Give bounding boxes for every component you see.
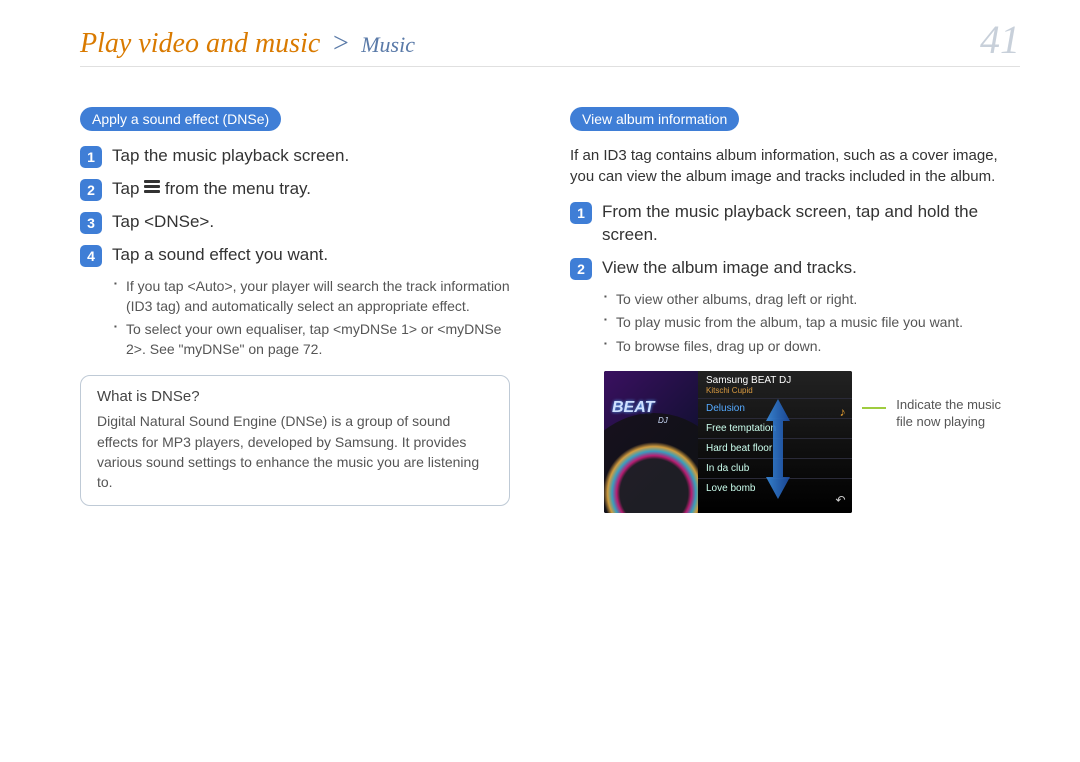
- step-text: View the album image and tracks.: [602, 257, 1020, 280]
- device-title: Samsung BEAT DJ: [698, 371, 852, 386]
- step-number-badge: 1: [570, 202, 592, 224]
- page-number: 41: [980, 20, 1020, 60]
- step-text: Tap <DNSe>.: [112, 211, 510, 234]
- device-album-art: BEAT DJ: [604, 371, 698, 513]
- step: 4 Tap a sound effect you want.: [80, 244, 510, 267]
- page-header: Play video and music > Music 41: [80, 20, 1020, 67]
- step: 3 Tap <DNSe>.: [80, 211, 510, 234]
- content-columns: Apply a sound effect (DNSe) 1 Tap the mu…: [80, 107, 1020, 513]
- info-box-answer: Digital Natural Sound Engine (DNSe) is a…: [97, 411, 493, 492]
- dnse-sub-bullets: If you tap <Auto>, your player will sear…: [80, 277, 510, 359]
- album-intro: If an ID3 tag contains album information…: [570, 145, 1020, 187]
- step-number-badge: 4: [80, 245, 102, 267]
- menu-tray-icon: [144, 178, 160, 195]
- sub-bullet: If you tap <Auto>, your player will sear…: [114, 277, 510, 316]
- device-subtitle: Kitschi Cupid: [698, 386, 852, 398]
- device-screenshot: BEAT DJ Samsung BEAT DJ Kitschi Cupid De…: [604, 371, 852, 513]
- step-text-post: from the menu tray.: [165, 179, 311, 198]
- right-column: View album information If an ID3 tag con…: [570, 107, 1020, 513]
- now-playing-note-icon: ♪: [840, 405, 846, 419]
- left-column: Apply a sound effect (DNSe) 1 Tap the mu…: [80, 107, 510, 513]
- dnse-steps: 1 Tap the music playback screen. 2 Tap f…: [80, 145, 510, 267]
- section-tag-album: View album information: [570, 107, 739, 131]
- step: 1 Tap the music playback screen.: [80, 145, 510, 168]
- device-illustration-area: BEAT DJ Samsung BEAT DJ Kitschi Cupid De…: [604, 371, 1020, 513]
- step-number-badge: 1: [80, 146, 102, 168]
- sub-bullet: To play music from the album, tap a musi…: [604, 313, 1020, 333]
- sub-bullet: To view other albums, drag left or right…: [604, 290, 1020, 310]
- step-text: Tap from the menu tray.: [112, 178, 510, 201]
- dnse-info-box: What is DNSe? Digital Natural Sound Engi…: [80, 375, 510, 505]
- info-box-question: What is DNSe?: [97, 388, 493, 405]
- step: 1 From the music playback screen, tap an…: [570, 201, 1020, 247]
- sub-bullet: To browse files, drag up or down.: [604, 337, 1020, 357]
- callout-text: Indicate the music file now playing: [896, 397, 1020, 431]
- step-number-badge: 3: [80, 212, 102, 234]
- breadcrumb-sub: Music: [361, 32, 415, 57]
- step-text: Tap the music playback screen.: [112, 145, 510, 168]
- step: 2 Tap from the menu tray.: [80, 178, 510, 201]
- device-track-list: Samsung BEAT DJ Kitschi Cupid Delusion F…: [698, 371, 852, 513]
- breadcrumb-main: Play video and music: [80, 28, 320, 59]
- step-text: Tap a sound effect you want.: [112, 244, 510, 267]
- section-tag-dnse: Apply a sound effect (DNSe): [80, 107, 281, 131]
- sub-bullet: To select your own equaliser, tap <myDNS…: [114, 320, 510, 359]
- step: 2 View the album image and tracks.: [570, 257, 1020, 280]
- callout-leader-line: [862, 407, 887, 409]
- album-sub-bullets: To view other albums, drag left or right…: [570, 290, 1020, 357]
- manual-page: Play video and music > Music 41 Apply a …: [0, 0, 1080, 762]
- scroll-arrow-icon: [764, 399, 792, 499]
- step-text-pre: Tap: [112, 179, 144, 198]
- album-steps: 1 From the music playback screen, tap an…: [570, 201, 1020, 280]
- beat-logo-sub: DJ: [658, 416, 668, 425]
- back-arrow-icon: ↶: [835, 493, 845, 507]
- beat-logo: BEAT: [612, 399, 654, 417]
- breadcrumb-sep: >: [331, 28, 350, 59]
- step-number-badge: 2: [570, 258, 592, 280]
- step-text: From the music playback screen, tap and …: [602, 201, 1020, 247]
- step-number-badge: 2: [80, 179, 102, 201]
- breadcrumb: Play video and music > Music: [80, 28, 415, 60]
